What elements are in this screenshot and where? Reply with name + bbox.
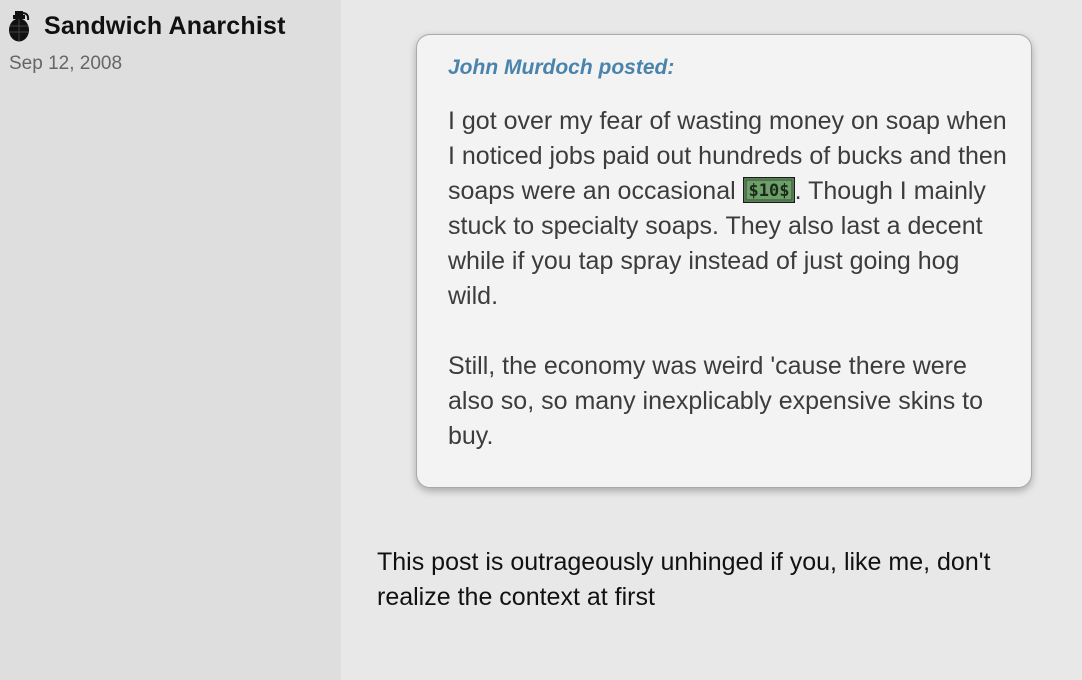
quote-body: I got over my fear of wasting money on s… <box>448 104 1013 489</box>
grenade-icon <box>9 11 30 42</box>
author-username[interactable]: Sandwich Anarchist <box>44 12 286 41</box>
forum-post: Sandwich Anarchist Sep 12, 2008 John Mur… <box>0 0 1082 680</box>
emote-label: $10$ <box>748 181 789 201</box>
post-author-sidebar: Sandwich Anarchist Sep 12, 2008 <box>0 0 341 680</box>
quote-block: John Murdoch posted: I got over my fear … <box>416 34 1032 488</box>
post-content: John Murdoch posted: I got over my fear … <box>341 0 1082 680</box>
quote-paragraph: I got over my fear of wasting money on s… <box>448 104 1013 314</box>
author-row: Sandwich Anarchist <box>8 10 286 42</box>
author-registration-date: Sep 12, 2008 <box>9 53 123 74</box>
quote-attribution[interactable]: John Murdoch posted: <box>448 56 674 80</box>
quote-paragraph: Still, the economy was weird 'cause ther… <box>448 352 983 450</box>
post-body: This post is outrageously unhinged if yo… <box>377 548 991 611</box>
ten-dollar-emote-icon: $10$ <box>742 176 795 203</box>
